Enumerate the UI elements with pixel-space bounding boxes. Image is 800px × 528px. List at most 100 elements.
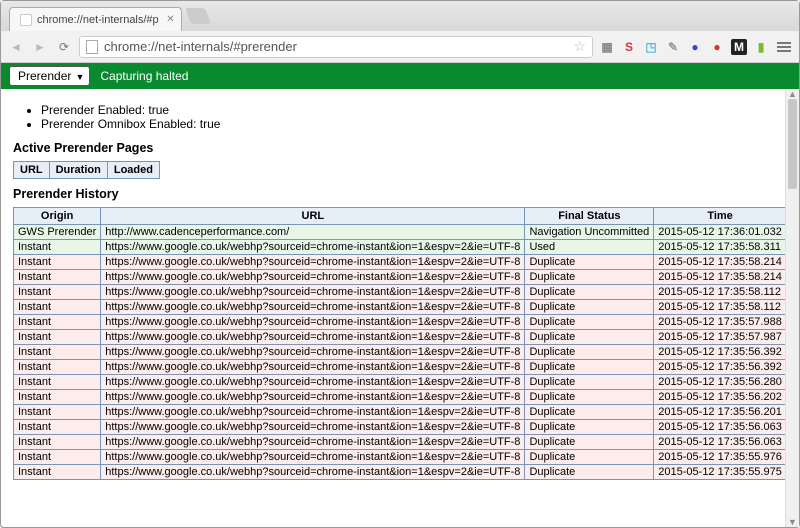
col-time: Time <box>654 208 785 225</box>
cell-url: https://www.google.co.uk/webhp?sourceid=… <box>101 330 525 345</box>
cell-time: 2015-05-12 17:35:58.311 <box>654 240 785 255</box>
chrome-menu-icon[interactable] <box>775 40 793 54</box>
cell-status: Duplicate <box>525 435 654 450</box>
cell-origin: Instant <box>14 285 101 300</box>
cell-time: 2015-05-12 17:35:56.280 <box>654 375 785 390</box>
table-row: Instanthttps://www.google.co.uk/webhp?so… <box>14 330 786 345</box>
section-dropdown[interactable]: Prerender ▼ <box>9 66 90 86</box>
cell-origin: Instant <box>14 465 101 480</box>
extension-icon[interactable]: ● <box>709 39 725 55</box>
cell-time: 2015-05-12 17:35:58.214 <box>654 270 785 285</box>
table-row: Instanthttps://www.google.co.uk/webhp?so… <box>14 465 786 480</box>
cell-origin: Instant <box>14 450 101 465</box>
section-header-bar: Prerender ▼ Capturing halted <box>1 63 799 89</box>
cell-url: https://www.google.co.uk/webhp?sourceid=… <box>101 345 525 360</box>
extension-icon[interactable]: ● <box>687 39 703 55</box>
cell-time: 2015-05-12 17:35:58.112 <box>654 300 785 315</box>
chevron-down-icon: ▼ <box>75 72 84 82</box>
cell-status: Duplicate <box>525 405 654 420</box>
extension-icon[interactable]: ▮ <box>753 39 769 55</box>
table-row: Instanthttps://www.google.co.uk/webhp?so… <box>14 435 786 450</box>
table-row: Instanthttps://www.google.co.uk/webhp?so… <box>14 345 786 360</box>
scroll-down-icon[interactable]: ▼ <box>786 517 799 527</box>
table-row: Instanthttps://www.google.co.uk/webhp?so… <box>14 450 786 465</box>
table-row: Instanthttps://www.google.co.uk/webhp?so… <box>14 240 786 255</box>
table-row: Instanthttps://www.google.co.uk/webhp?so… <box>14 375 786 390</box>
cell-time: 2015-05-12 17:35:57.988 <box>654 315 785 330</box>
cell-status: Duplicate <box>525 345 654 360</box>
cell-status: Duplicate <box>525 285 654 300</box>
history-heading: Prerender History <box>13 187 773 201</box>
cell-origin: Instant <box>14 435 101 450</box>
browser-toolbar: ◄ ► ⟳ ☆ ▦ S ◳ ✎ ● ● M ▮ <box>1 31 799 63</box>
vertical-scrollbar[interactable]: ▲ ▼ <box>785 89 799 527</box>
omnibox[interactable]: ☆ <box>79 36 593 58</box>
cell-time: 2015-05-12 17:35:56.063 <box>654 435 785 450</box>
dropdown-label: Prerender <box>18 69 71 83</box>
reload-button[interactable]: ⟳ <box>55 38 73 56</box>
forward-button[interactable]: ► <box>31 38 49 56</box>
cell-origin: GWS Prerender <box>14 225 101 240</box>
cell-status: Duplicate <box>525 420 654 435</box>
cell-origin: Instant <box>14 300 101 315</box>
cell-url: https://www.google.co.uk/webhp?sourceid=… <box>101 285 525 300</box>
extension-icons: ▦ S ◳ ✎ ● ● M ▮ <box>599 39 769 55</box>
cell-origin: Instant <box>14 390 101 405</box>
table-row: Instanthttps://www.google.co.uk/webhp?so… <box>14 420 786 435</box>
cell-time: 2015-05-12 17:35:56.392 <box>654 345 785 360</box>
cell-origin: Instant <box>14 345 101 360</box>
active-col: Loaded <box>107 162 159 179</box>
cell-url: https://www.google.co.uk/webhp?sourceid=… <box>101 270 525 285</box>
url-input[interactable] <box>104 39 567 54</box>
table-row: Instanthttps://www.google.co.uk/webhp?so… <box>14 300 786 315</box>
cell-time: 2015-05-12 17:35:57.987 <box>654 330 785 345</box>
cell-url: https://www.google.co.uk/webhp?sourceid=… <box>101 315 525 330</box>
new-tab-button[interactable] <box>185 8 211 24</box>
back-button[interactable]: ◄ <box>7 38 25 56</box>
table-row: Instanthttps://www.google.co.uk/webhp?so… <box>14 390 786 405</box>
prerender-status-list: Prerender Enabled: truePrerender Omnibox… <box>41 103 773 131</box>
bookmark-star-icon[interactable]: ☆ <box>573 38 586 55</box>
cell-url: https://www.google.co.uk/webhp?sourceid=… <box>101 300 525 315</box>
cell-status: Duplicate <box>525 315 654 330</box>
cell-origin: Instant <box>14 270 101 285</box>
cell-time: 2015-05-12 17:35:56.202 <box>654 390 785 405</box>
cell-url: https://www.google.co.uk/webhp?sourceid=… <box>101 420 525 435</box>
active-prerender-table: URLDurationLoaded <box>13 161 160 179</box>
extension-icon[interactable]: M <box>731 39 747 55</box>
table-row: Instanthttps://www.google.co.uk/webhp?so… <box>14 270 786 285</box>
cell-time: 2015-05-12 17:35:55.975 <box>654 465 785 480</box>
col-origin: Origin <box>14 208 101 225</box>
browser-tab[interactable]: chrome://net-internals/#p ✕ <box>9 7 182 31</box>
table-row: Instanthttps://www.google.co.uk/webhp?so… <box>14 255 786 270</box>
cell-url: https://www.google.co.uk/webhp?sourceid=… <box>101 405 525 420</box>
extension-icon[interactable]: ▦ <box>599 39 615 55</box>
cell-origin: Instant <box>14 240 101 255</box>
cell-origin: Instant <box>14 375 101 390</box>
table-row: Instanthttps://www.google.co.uk/webhp?so… <box>14 360 786 375</box>
prerender-history-table: Origin URL Final Status Time GWS Prerend… <box>13 207 785 480</box>
table-row: Instanthttps://www.google.co.uk/webhp?so… <box>14 405 786 420</box>
cell-status: Duplicate <box>525 270 654 285</box>
close-tab-icon[interactable]: ✕ <box>166 14 174 25</box>
extension-icon[interactable]: ✎ <box>665 39 681 55</box>
cell-url: https://www.google.co.uk/webhp?sourceid=… <box>101 255 525 270</box>
cell-time: 2015-05-12 17:35:58.112 <box>654 285 785 300</box>
cell-time: 2015-05-12 17:35:56.063 <box>654 420 785 435</box>
cell-url: http://www.cadenceperformance.com/ <box>101 225 525 240</box>
cell-time: 2015-05-12 17:35:58.214 <box>654 255 785 270</box>
extension-icon[interactable]: S <box>621 39 637 55</box>
active-col: URL <box>14 162 50 179</box>
cell-time: 2015-05-12 17:35:55.976 <box>654 450 785 465</box>
cell-origin: Instant <box>14 330 101 345</box>
scrollbar-thumb[interactable] <box>788 99 797 189</box>
cell-time: 2015-05-12 17:35:56.201 <box>654 405 785 420</box>
status-item: Prerender Enabled: true <box>41 103 773 117</box>
cell-status: Duplicate <box>525 360 654 375</box>
scroll-up-icon[interactable]: ▲ <box>786 89 799 99</box>
cell-status: Duplicate <box>525 330 654 345</box>
extension-icon[interactable]: ◳ <box>643 39 659 55</box>
cell-url: https://www.google.co.uk/webhp?sourceid=… <box>101 360 525 375</box>
col-status: Final Status <box>525 208 654 225</box>
tab-favicon <box>20 14 32 26</box>
